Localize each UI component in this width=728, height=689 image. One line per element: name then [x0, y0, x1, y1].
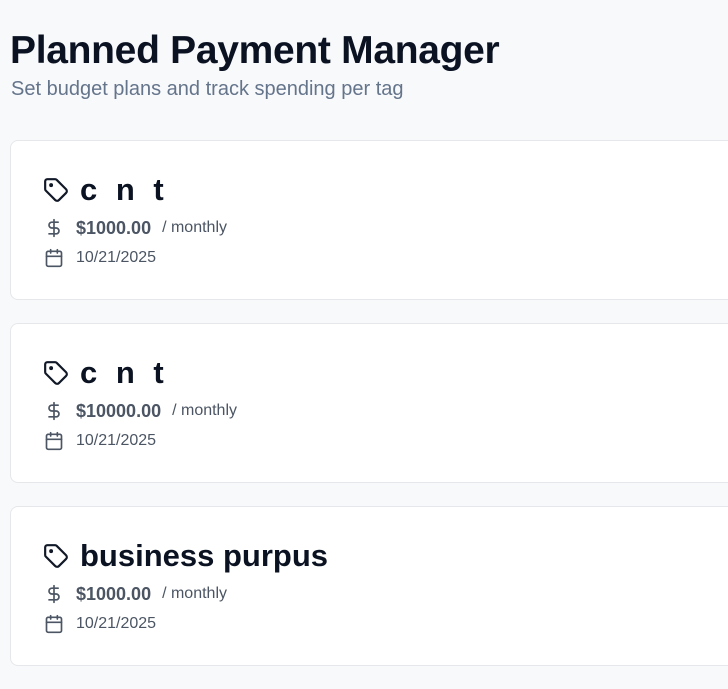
page-header: Planned Payment Manager Set budget plans… — [10, 28, 500, 102]
dollar-sign-icon — [44, 401, 64, 421]
plan-amount-row: $10000.00 / monthly — [44, 400, 237, 422]
tag-icon — [43, 360, 69, 386]
tag-icon — [43, 177, 69, 203]
calendar-icon — [44, 431, 64, 451]
plan-date-row: 10/21/2025 — [44, 613, 156, 635]
plan-title-row: c n t — [43, 355, 169, 391]
plan-date-row: 10/21/2025 — [44, 430, 156, 452]
plan-title-row: business purpus — [43, 538, 328, 574]
plan-tag-name: business purpus — [80, 538, 329, 573]
plan-date: 10/21/2025 — [76, 615, 157, 632]
plan-tag-name: c n t — [80, 172, 169, 207]
plan-list: c n t $1000.00 / monthly 10/21/2025 c n … — [10, 140, 728, 689]
tag-icon — [43, 543, 69, 569]
calendar-icon — [44, 614, 64, 634]
plan-card[interactable]: business purpus $1000.00 / monthly 10/21… — [10, 506, 728, 666]
plan-date: 10/21/2025 — [76, 432, 157, 449]
plan-period: / monthly — [172, 402, 238, 419]
plan-card[interactable]: c n t $10000.00 / monthly 10/21/2025 — [10, 323, 728, 483]
plan-amount-row: $1000.00 / monthly — [44, 217, 227, 239]
plan-period: / monthly — [162, 585, 227, 602]
dollar-sign-icon — [44, 218, 64, 238]
plan-amount-row: $1000.00 / monthly — [44, 583, 227, 605]
dollar-sign-icon — [44, 584, 64, 604]
plan-date: 10/21/2025 — [76, 249, 157, 266]
plan-title-row: c n t — [43, 172, 169, 208]
plan-period: / monthly — [162, 219, 227, 236]
plan-amount: $1000.00 — [76, 583, 152, 604]
plan-date-row: 10/21/2025 — [44, 247, 156, 269]
page-subtitle: Set budget plans and track spending per … — [11, 78, 404, 100]
page-title: Planned Payment Manager — [10, 29, 500, 72]
plan-card[interactable]: c n t $1000.00 / monthly 10/21/2025 — [10, 140, 728, 300]
plan-amount: $1000.00 — [76, 217, 152, 238]
plan-amount: $10000.00 — [76, 400, 162, 421]
plan-tag-name: c n t — [80, 355, 169, 390]
calendar-icon — [44, 248, 64, 268]
